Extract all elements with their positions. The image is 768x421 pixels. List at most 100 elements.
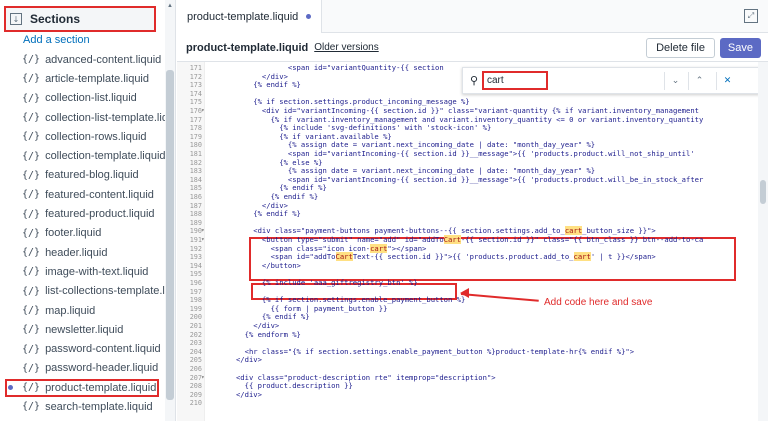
line-number: 199 — [189, 304, 202, 313]
line-number: 182 — [189, 158, 202, 167]
tab-product-template[interactable]: product-template.liquid — [177, 0, 323, 33]
sidebar-item[interactable]: {/} password-header.liquid — [0, 359, 165, 378]
sidebar-item-label: search-template.liquid — [45, 400, 153, 413]
fold-icon[interactable]: ▾ — [201, 107, 205, 115]
line-number: 195 — [189, 270, 202, 279]
editor-scroll-thumb[interactable] — [760, 180, 766, 204]
sidebar-item[interactable]: {/} collection-list.liquid — [0, 89, 165, 108]
line-number: 200 — [189, 313, 202, 322]
code-line: 209 </div> — [177, 389, 758, 399]
sidebar-item-label: password-content.liquid — [45, 343, 161, 356]
line-number: 190 — [189, 227, 202, 236]
sidebar-item[interactable]: {/} collection-template.liquid — [0, 146, 166, 165]
delete-file-button[interactable]: Delete file — [646, 38, 715, 58]
close-icon[interactable]: ✕ — [716, 72, 738, 90]
sidebar-item[interactable]: {/} header.liquid — [0, 243, 165, 262]
sidebar-scroll-thumb[interactable] — [166, 70, 174, 400]
sidebar-item[interactable]: {/} map.liquid — [0, 301, 165, 320]
liquid-file-icon: {/} — [22, 227, 41, 239]
line-number: 172 — [189, 72, 202, 81]
sidebar-item-label: advanced-content.liquid — [45, 53, 162, 66]
sidebar-item-label: collection-list.liquid — [45, 92, 137, 105]
code-line: 188 {% endif %} — [177, 209, 758, 219]
sidebar-item[interactable]: {/} article-template.liquid — [0, 69, 165, 88]
fold-icon[interactable]: ▾ — [201, 227, 205, 235]
file-name: product-template.liquid — [186, 41, 309, 54]
sidebar-item-label: header.liquid — [45, 246, 108, 259]
add-section-link[interactable]: Add a section — [0, 31, 165, 50]
liquid-file-icon: {/} — [22, 112, 41, 124]
liquid-file-icon: {/} — [22, 324, 41, 336]
code-line: 194 </button> — [177, 261, 758, 270]
sidebar-item[interactable]: {/} footer.liquid — [0, 224, 165, 243]
line-number: 207 — [189, 373, 202, 382]
unsaved-dot-icon — [306, 14, 312, 19]
code-line: 202 {% endform %} — [177, 330, 758, 339]
code-editor[interactable]: Add code here and save 171 <span id="var… — [177, 62, 758, 421]
liquid-file-icon: {/} — [22, 285, 41, 297]
code-text: </div> — [210, 389, 262, 399]
sidebar-item-label: featured-blog.liquid — [45, 169, 139, 182]
liquid-file-icon: {/} — [22, 54, 41, 66]
sidebar-item[interactable]: {/} password-content.liquid — [0, 339, 165, 358]
sidebar-item[interactable]: {/} advanced-content.liquid — [0, 50, 165, 69]
fold-icon[interactable]: ▾ — [201, 374, 205, 382]
line-number: 191 — [189, 236, 202, 244]
line-number: 208 — [189, 382, 202, 391]
sidebar-item-label: featured-product.liquid — [45, 208, 155, 221]
older-versions-link[interactable]: Older versions — [314, 42, 378, 53]
liquid-file-icon: {/} — [22, 208, 41, 220]
collapse-icon[interactable]: ↓ — [10, 13, 22, 25]
chevron-down-icon[interactable]: ⌄ — [664, 72, 686, 90]
sidebar-item-label: footer.liquid — [45, 227, 102, 240]
sidebar: ↓ Sections Add a section {/} advanced-con… — [0, 0, 176, 421]
line-number: 197 — [189, 287, 202, 296]
scroll-up-icon[interactable]: ▲ — [167, 3, 173, 9]
sidebar-item[interactable]: {/} featured-blog.liquid — [0, 166, 165, 185]
search-input[interactable]: cart — [482, 71, 548, 90]
sidebar-item-label: collection-list-template.liquid — [45, 111, 176, 124]
expand-icon[interactable]: ⤢ — [744, 9, 758, 23]
sidebar-item[interactable]: {/} collection-rows.liquid — [0, 127, 165, 146]
line-number: 177 — [189, 115, 202, 124]
sidebar-item-label: article-template.liquid — [45, 72, 149, 85]
sidebar-item[interactable]: {/} featured-content.liquid — [0, 185, 165, 204]
save-button[interactable]: Save — [719, 38, 761, 58]
sidebar-scrollbar[interactable]: ▲ — [165, 0, 175, 421]
sections-header[interactable]: ↓ Sections — [4, 6, 156, 32]
line-number: 175 — [189, 98, 202, 107]
sidebar-item[interactable]: {/} newsletter.liquid — [0, 320, 165, 339]
line-number: 180 — [189, 141, 202, 150]
editor-scrollbar[interactable] — [758, 62, 768, 421]
line-number: 178 — [189, 124, 202, 133]
line-number: 184 — [189, 175, 202, 184]
sidebar-item[interactable]: {/} list-collections-template.liquid — [0, 282, 175, 301]
sidebar-item[interactable]: {/} product-template.liquid — [0, 378, 165, 398]
liquid-file-icon: {/} — [22, 189, 41, 201]
line-number: 186 — [189, 193, 202, 201]
liquid-file-icon: {/} — [22, 131, 41, 143]
code-text: <hr class="{% if section.settings.enable… — [210, 346, 635, 356]
code-text: {% endif %} — [210, 80, 301, 90]
line-number: 185 — [189, 184, 202, 193]
liquid-file-icon: {/} — [22, 150, 41, 162]
sidebar-item-label: password-header.liquid — [45, 362, 159, 375]
chevron-up-icon[interactable]: ⌃ — [688, 72, 710, 90]
sidebar-item[interactable]: {/} collection-list-template.liquid — [0, 108, 175, 127]
liquid-file-icon: {/} — [22, 401, 41, 413]
code-text: {% endif %} — [210, 209, 301, 219]
liquid-file-icon: {/} — [22, 73, 41, 85]
line-number: 176 — [189, 107, 202, 115]
code-line: 204 <hr class="{% if section.settings.en… — [177, 346, 758, 356]
liquid-file-icon: {/} — [22, 343, 41, 355]
line-number: 203 — [189, 339, 202, 348]
sidebar-item[interactable]: {/} search-template.liquid — [0, 397, 165, 416]
sidebar-item[interactable]: {/} image-with-text.liquid — [0, 262, 165, 281]
sidebar-item[interactable]: {/} featured-product.liquid — [0, 204, 165, 223]
liquid-file-icon: {/} — [22, 305, 41, 316]
highlight-box-file — [5, 379, 159, 398]
line-number: 187 — [189, 201, 202, 210]
fold-icon[interactable]: ▾ — [201, 236, 205, 244]
line-number: 204 — [189, 347, 202, 356]
line-number: 189 — [189, 218, 202, 227]
